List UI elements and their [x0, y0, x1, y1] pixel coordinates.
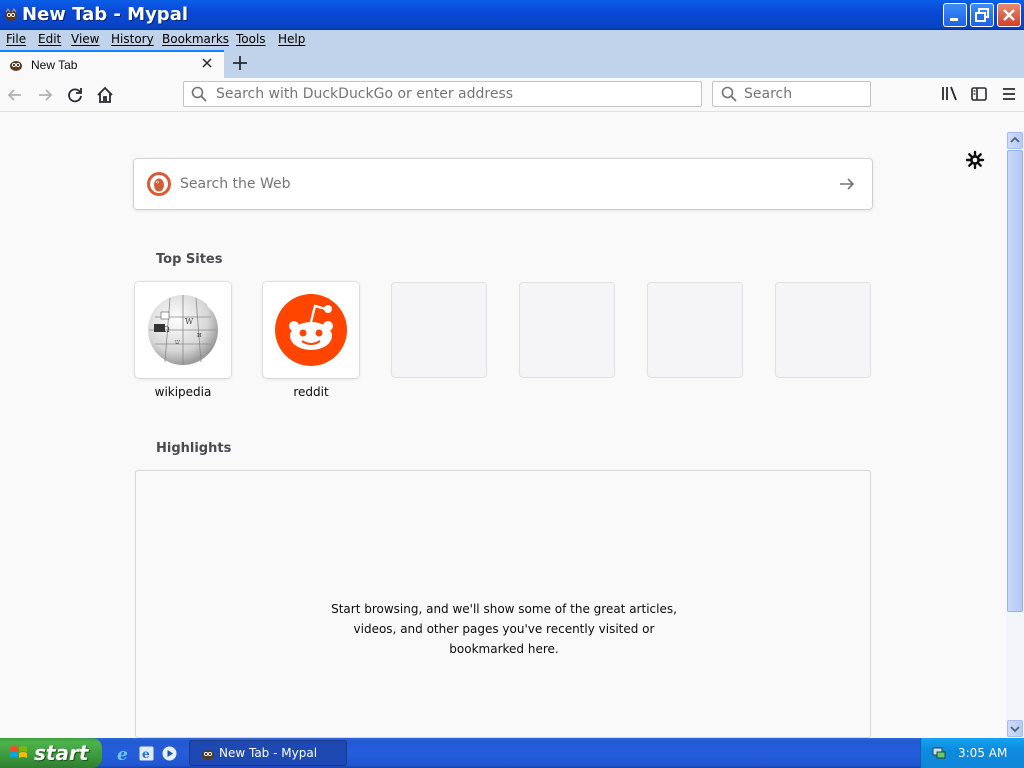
internet-explorer-icon[interactable]: e — [116, 745, 133, 762]
nav-bar — [0, 78, 1024, 112]
forward-arrow-icon[interactable] — [34, 84, 56, 106]
highlights-title: Highlights — [156, 441, 232, 456]
web-search-box[interactable] — [134, 159, 872, 209]
new-tab-page: Top Sites Ω W и ש wikipedia reddit — [0, 112, 1006, 738]
top-site-empty — [519, 282, 615, 378]
home-icon[interactable] — [94, 84, 116, 106]
highlights-empty-message: Start browsing, and we'll show some of t… — [331, 602, 677, 656]
vertical-scrollbar[interactable] — [1006, 131, 1024, 738]
start-label: start — [34, 741, 89, 765]
start-button[interactable]: start — [0, 738, 102, 768]
top-sites-title: Top Sites — [156, 252, 223, 267]
svg-text:e: e — [117, 745, 128, 762]
taskbar: start e e New Tab - Mypal 3:05 AM — [0, 738, 1024, 768]
top-site-label: reddit — [293, 385, 329, 399]
reddit-alien-icon — [275, 294, 347, 366]
media-player-icon[interactable] — [161, 745, 178, 762]
mypal-icon — [202, 750, 214, 760]
search-bar[interactable] — [712, 81, 871, 107]
menu-tools[interactable]: Tools — [236, 32, 266, 46]
search-input[interactable] — [744, 85, 859, 103]
search-icon — [191, 86, 207, 102]
top-site-reddit[interactable] — [263, 282, 359, 378]
wikipedia-globe-icon: Ω W и ש — [148, 295, 218, 365]
menu-history[interactable]: History — [111, 32, 154, 46]
tab-strip: New Tab — [0, 50, 1024, 78]
title-bar: New Tab - Mypal — [0, 0, 1024, 30]
menu-bar: File Edit View History Bookmarks Tools H… — [0, 30, 1024, 50]
highlights-box: Start browsing, and we'll show some of t… — [135, 470, 871, 738]
tab-label: New Tab — [31, 58, 78, 72]
url-input[interactable] — [216, 85, 686, 103]
mypal-icon — [10, 61, 22, 71]
mypal-icon — [5, 8, 17, 21]
back-arrow-icon[interactable] — [4, 84, 26, 106]
duckduckgo-icon — [147, 172, 171, 196]
url-bar[interactable] — [183, 81, 702, 107]
minimize-button[interactable] — [943, 3, 967, 27]
menu-view[interactable]: View — [71, 32, 99, 46]
close-tab-icon[interactable] — [200, 56, 214, 70]
chevron-up-icon — [1010, 136, 1020, 143]
tab-new-tab[interactable]: New Tab — [0, 50, 224, 78]
reload-icon[interactable] — [64, 84, 86, 106]
network-icon[interactable] — [931, 745, 947, 761]
web-search-input[interactable] — [180, 174, 800, 194]
close-window-button[interactable] — [997, 3, 1021, 27]
clock: 3:05 AM — [958, 746, 1008, 760]
new-tab-icon[interactable] — [230, 53, 250, 73]
svg-text:Ω: Ω — [163, 325, 170, 334]
svg-text:W: W — [185, 317, 194, 326]
top-site-empty — [391, 282, 487, 378]
taskbar-item-mypal[interactable]: New Tab - Mypal — [189, 740, 347, 766]
top-site-empty — [775, 282, 871, 378]
menu-file[interactable]: File — [6, 32, 26, 46]
hamburger-menu-icon[interactable] — [1000, 85, 1018, 103]
menu-edit[interactable]: Edit — [38, 32, 61, 46]
scroll-up-button[interactable] — [1007, 132, 1023, 149]
top-site-label: wikipedia — [154, 385, 212, 399]
restore-icon — [975, 8, 989, 22]
svg-text:и: и — [197, 331, 202, 339]
search-icon — [721, 86, 737, 102]
menu-bookmarks[interactable]: Bookmarks — [162, 32, 229, 46]
taskbar-item-label: New Tab - Mypal — [219, 746, 318, 760]
browser-quicklaunch-icon[interactable]: e — [138, 745, 155, 762]
scroll-thumb[interactable] — [1007, 150, 1023, 612]
top-site-wikipedia[interactable]: Ω W и ש — [135, 282, 231, 378]
close-icon — [1003, 9, 1015, 21]
minimize-icon — [950, 18, 958, 21]
arrow-right-icon[interactable] — [837, 174, 857, 194]
windows-flag-icon — [10, 746, 27, 758]
restore-button[interactable] — [970, 3, 994, 27]
chevron-down-icon — [1010, 726, 1020, 733]
svg-text:ש: ש — [175, 338, 180, 346]
library-icon[interactable] — [940, 85, 960, 103]
scroll-down-button[interactable] — [1007, 720, 1023, 737]
menu-help[interactable]: Help — [278, 32, 305, 46]
system-tray: 3:05 AM — [920, 738, 1024, 768]
top-site-empty — [647, 282, 743, 378]
window-title: New Tab - Mypal — [22, 4, 189, 25]
sidebar-icon[interactable] — [970, 85, 988, 103]
gear-icon[interactable] — [965, 150, 985, 170]
svg-text:e: e — [142, 747, 150, 761]
